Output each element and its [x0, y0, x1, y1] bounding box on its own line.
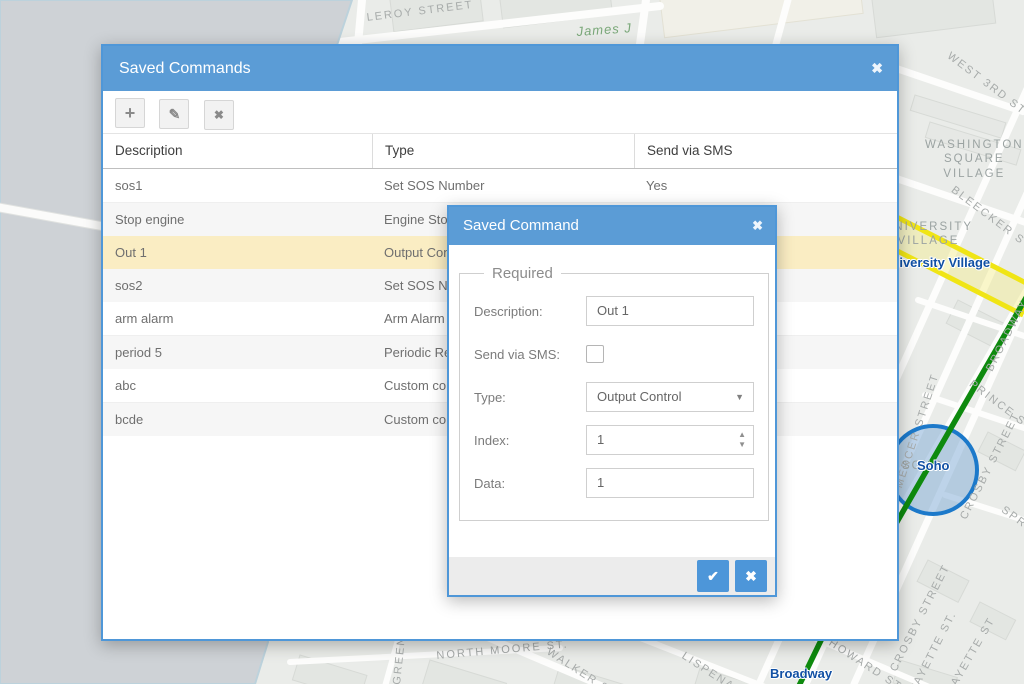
table-cell: sos2 [103, 269, 372, 302]
pencil-icon: ✎ [169, 106, 181, 123]
table-header: Description Type Send via SMS [103, 133, 897, 169]
type-row: Type: Output Control ▼ [474, 382, 754, 412]
table-cell: Set SOS Number [372, 169, 634, 202]
close-icon[interactable]: ✖ [752, 207, 763, 245]
description-label: Description: [474, 304, 586, 319]
description-input[interactable]: Out 1 [586, 296, 754, 326]
required-legend: Required [484, 265, 561, 282]
table-cell: bcde [103, 403, 372, 436]
plus-icon: + [125, 103, 136, 124]
saved-commands-titlebar[interactable]: Saved Commands ✖ [103, 46, 897, 91]
commands-toolbar: + ✎ ✖ [103, 91, 897, 133]
chevron-down-icon: ▼ [735, 383, 744, 411]
data-input[interactable]: 1 [586, 468, 754, 498]
sms-checkbox[interactable] [586, 345, 604, 363]
spin-up-icon[interactable]: ▲ [738, 430, 746, 440]
confirm-button[interactable]: ✔ [697, 560, 729, 592]
stepper-arrows[interactable]: ▲ ▼ [738, 430, 746, 450]
spin-down-icon[interactable]: ▼ [738, 440, 746, 450]
edit-command-button[interactable]: ✎ [159, 99, 189, 129]
add-command-button[interactable]: + [115, 98, 145, 128]
table-cell: arm alarm [103, 302, 372, 335]
data-row: Data: 1 [474, 468, 754, 498]
index-stepper[interactable]: 1 ▲ ▼ [586, 425, 754, 455]
check-icon: ✔ [707, 568, 719, 585]
column-type[interactable]: Type [372, 134, 634, 168]
screen: LEROY STREETJames JWEST 3RD STRWASHINGTO… [0, 0, 1024, 684]
column-send-via-sms[interactable]: Send via SMS [634, 134, 897, 168]
table-cell: Yes [634, 169, 897, 202]
table-cell: Out 1 [103, 236, 372, 269]
required-fieldset: Required Description: Out 1 Send via SMS… [459, 265, 769, 521]
saved-commands-title: Saved Commands [119, 60, 251, 77]
table-cell: sos1 [103, 169, 372, 202]
sms-label: Send via SMS: [474, 347, 586, 362]
data-label: Data: [474, 476, 586, 491]
zone-soho-circle[interactable] [889, 426, 977, 514]
saved-command-titlebar[interactable]: Saved Command ✖ [449, 207, 775, 245]
table-cell: period 5 [103, 336, 372, 369]
sms-row: Send via SMS: [474, 339, 754, 369]
delete-command-button[interactable]: ✖ [204, 100, 234, 130]
index-label: Index: [474, 433, 586, 448]
saved-command-form: Required Description: Out 1 Send via SMS… [449, 245, 775, 521]
saved-command-title: Saved Command [463, 217, 579, 234]
table-cell: Stop engine [103, 203, 372, 236]
close-icon[interactable]: ✖ [871, 46, 883, 91]
type-label: Type: [474, 390, 586, 405]
cancel-button[interactable]: ✖ [735, 560, 767, 592]
column-description[interactable]: Description [103, 134, 372, 168]
form-footer: ✔ ✖ [449, 557, 775, 595]
delete-icon: ✖ [214, 108, 224, 122]
index-value: 1 [597, 432, 604, 447]
type-select[interactable]: Output Control ▼ [586, 382, 754, 412]
saved-command-dialog: Saved Command ✖ Required Description: Ou… [447, 205, 777, 597]
table-cell: abc [103, 369, 372, 402]
x-icon: ✖ [745, 568, 757, 585]
description-row: Description: Out 1 [474, 296, 754, 326]
table-row[interactable]: sos1Set SOS NumberYes [103, 169, 897, 203]
type-select-value: Output Control [597, 389, 682, 404]
index-row: Index: 1 ▲ ▼ [474, 425, 754, 455]
